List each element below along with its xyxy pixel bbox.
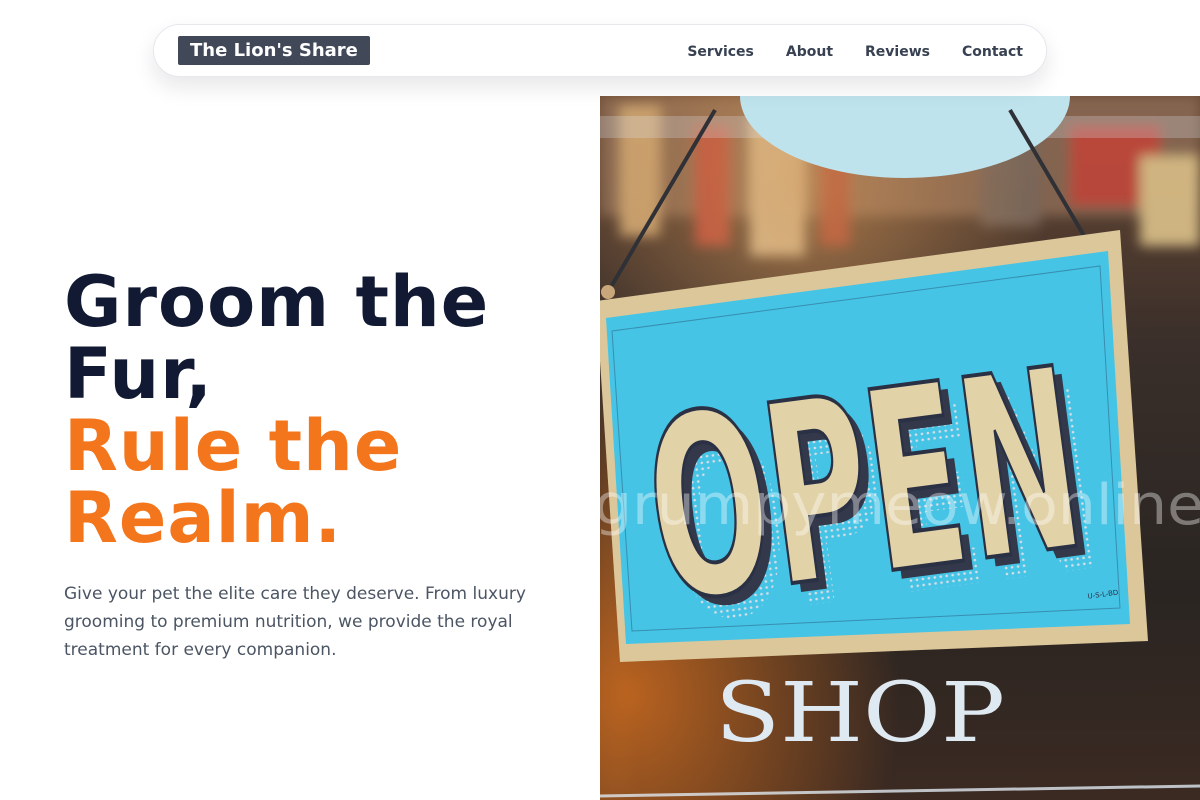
hero-title-line: Fur, <box>64 333 213 415</box>
nav-links: Services About Reviews Contact <box>687 25 1023 78</box>
hero-title-line: Groom the <box>64 261 490 343</box>
watermark-text: grumpymeow.online <box>600 473 1200 538</box>
nav-link-about[interactable]: About <box>786 44 833 60</box>
navbar: The Lion's Share Services About Reviews … <box>153 24 1047 77</box>
brand-logo[interactable]: The Lion's Share <box>178 36 370 65</box>
hero-title-accent-line: Realm. <box>64 477 343 559</box>
hero-title-accent-line: Rule the <box>64 405 403 487</box>
nav-link-services[interactable]: Services <box>687 44 754 60</box>
hero-image: OPEN OPEN OPEN U-S-L-BD SHOP grumpymeow.… <box>600 96 1200 800</box>
shop-window-text: SHOP <box>715 666 1005 761</box>
hero-subtitle: Give your pet the elite care they deserv… <box>64 584 526 660</box>
nav-link-reviews[interactable]: Reviews <box>865 44 930 60</box>
nav-link-contact[interactable]: Contact <box>962 44 1023 60</box>
open-sign-photo: OPEN OPEN OPEN U-S-L-BD SHOP grumpymeow.… <box>600 96 1200 800</box>
hero-title: Groom the Fur, Rule the Realm. <box>64 266 584 554</box>
